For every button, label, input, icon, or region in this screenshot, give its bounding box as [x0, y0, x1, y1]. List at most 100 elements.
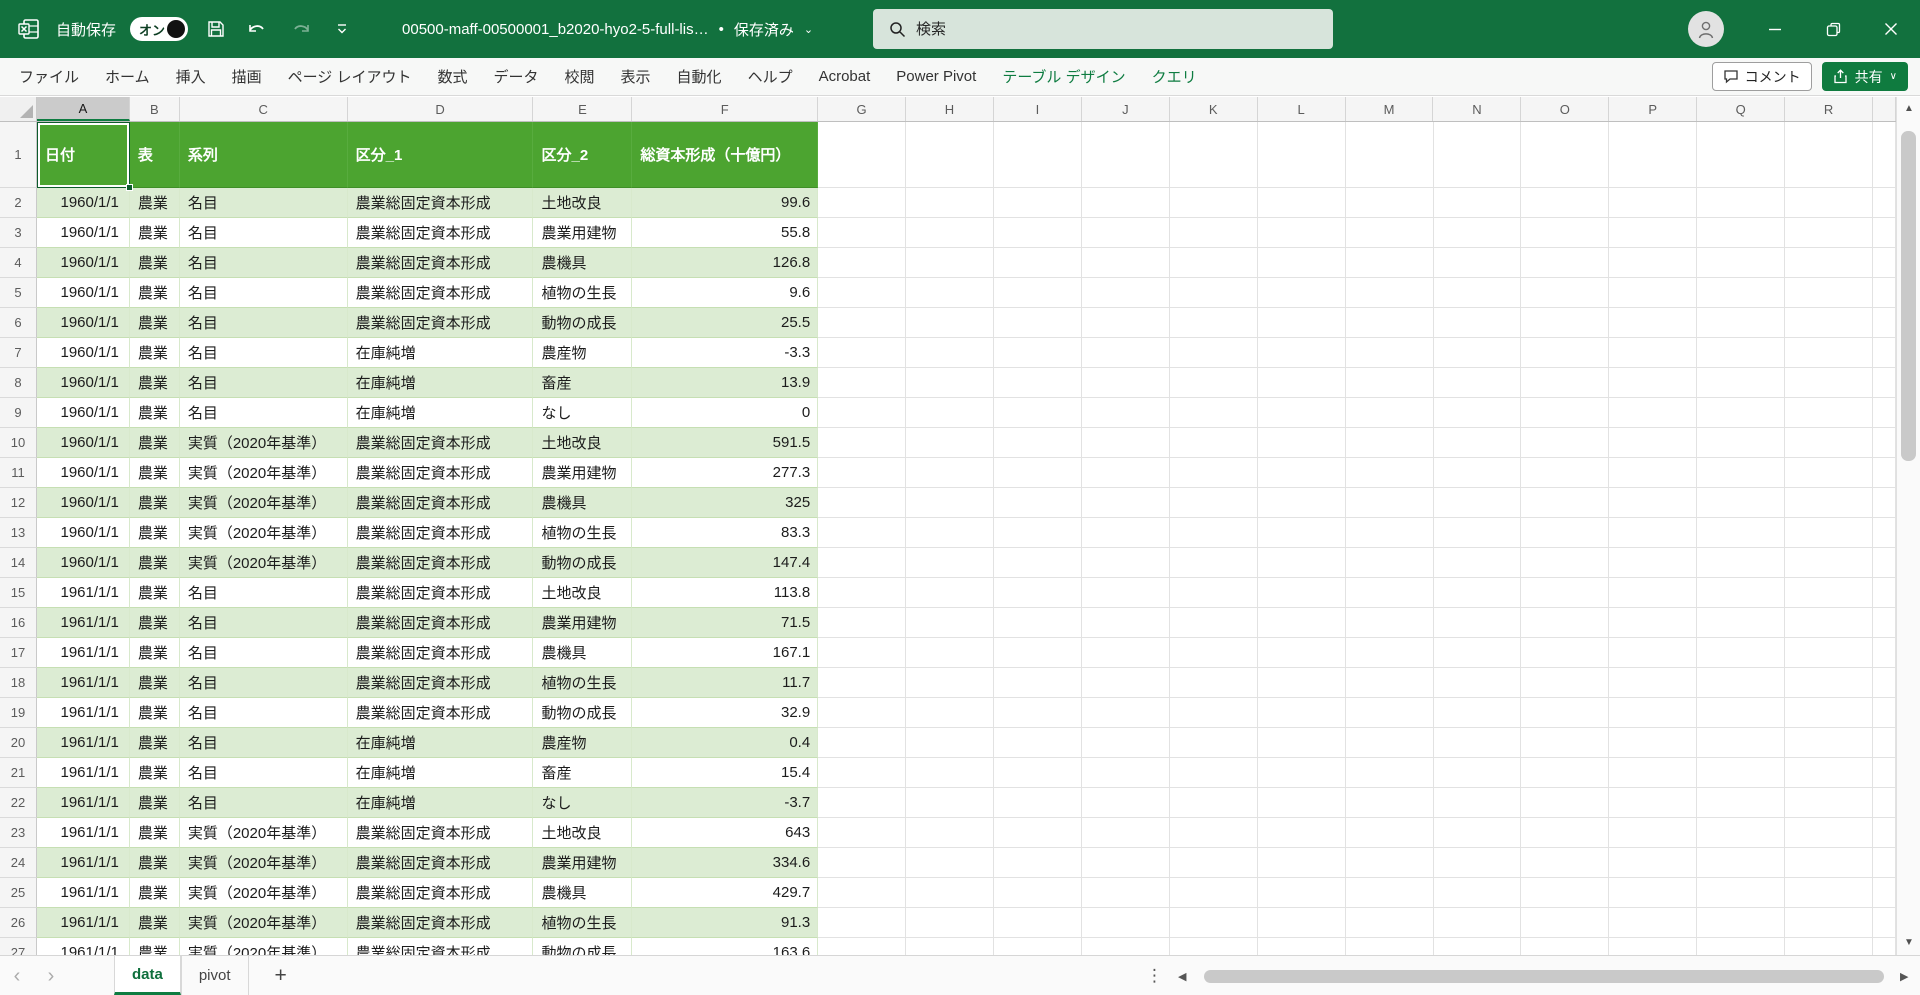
cell[interactable] — [1873, 122, 1896, 188]
cell[interactable]: 農業 — [129, 608, 180, 638]
cell[interactable] — [1345, 278, 1434, 308]
sheet-tab-pivot[interactable]: pivot — [180, 956, 249, 995]
row-header-10[interactable]: 10 — [0, 428, 37, 458]
cell[interactable] — [1697, 638, 1786, 668]
cell[interactable]: 農業 — [129, 758, 180, 788]
column-header-G[interactable]: G — [818, 97, 907, 121]
cell[interactable]: 1960/1/1 — [36, 338, 130, 368]
cell[interactable] — [1433, 668, 1522, 698]
cell[interactable]: 農業 — [129, 908, 180, 938]
cell[interactable] — [1169, 518, 1258, 548]
column-header-L[interactable]: L — [1257, 97, 1346, 121]
cell[interactable] — [1609, 698, 1698, 728]
row-header-4[interactable]: 4 — [0, 248, 37, 278]
cell[interactable]: 277.3 — [632, 458, 819, 488]
hscroll-left-arrow-icon[interactable]: ◀ — [1178, 956, 1186, 995]
cell[interactable] — [818, 488, 907, 518]
cell[interactable] — [1609, 638, 1698, 668]
column-header-E[interactable]: E — [533, 97, 633, 121]
cell[interactable]: 農業総固定資本形成 — [347, 278, 534, 308]
cell[interactable] — [1521, 278, 1610, 308]
cell[interactable] — [1785, 878, 1874, 908]
cell[interactable]: 植物の生長 — [533, 668, 633, 698]
ribbon-tab-クエリ[interactable]: クエリ — [1139, 58, 1210, 95]
ribbon-tab-ファイル[interactable]: ファイル — [6, 58, 92, 95]
sheet-nav-left-icon[interactable]: ‹ — [0, 956, 34, 995]
cell[interactable]: 在庫純増 — [347, 338, 534, 368]
cell[interactable]: 農業総固定資本形成 — [347, 668, 534, 698]
cell[interactable] — [1257, 278, 1346, 308]
cell[interactable]: 動物の成長 — [533, 548, 633, 578]
cell[interactable] — [1257, 518, 1346, 548]
cell[interactable] — [1873, 248, 1896, 278]
autosave-toggle[interactable]: オン — [130, 17, 189, 41]
cell[interactable] — [1785, 578, 1874, 608]
cell[interactable] — [1521, 668, 1610, 698]
cell[interactable]: 1961/1/1 — [36, 908, 130, 938]
cell[interactable] — [1873, 908, 1896, 938]
cell[interactable] — [1257, 188, 1346, 218]
cell[interactable] — [1785, 848, 1874, 878]
cell[interactable] — [994, 818, 1082, 848]
cell[interactable] — [906, 398, 995, 428]
cell[interactable] — [818, 938, 907, 955]
column-header-I[interactable]: I — [993, 97, 1082, 121]
cell[interactable] — [1169, 248, 1258, 278]
cell[interactable]: 農業総固定資本形成 — [347, 578, 534, 608]
cell[interactable] — [1785, 518, 1874, 548]
cell[interactable]: 農業 — [129, 188, 180, 218]
cell[interactable] — [1433, 428, 1522, 458]
cell[interactable] — [1873, 638, 1896, 668]
cell[interactable] — [1433, 548, 1522, 578]
cell[interactable] — [1697, 668, 1786, 698]
cell[interactable]: 91.3 — [632, 908, 819, 938]
cell[interactable] — [994, 458, 1082, 488]
cell[interactable] — [1433, 728, 1522, 758]
cell[interactable]: 農業 — [129, 548, 180, 578]
cell[interactable] — [1169, 428, 1258, 458]
cell[interactable]: 147.4 — [632, 548, 819, 578]
cell[interactable] — [1345, 188, 1434, 218]
cell[interactable]: 農業 — [129, 638, 180, 668]
row-header-7[interactable]: 7 — [0, 338, 37, 368]
cell[interactable] — [1345, 848, 1434, 878]
cell[interactable] — [1169, 458, 1258, 488]
cell[interactable]: 農業用建物 — [533, 608, 633, 638]
row-header-22[interactable]: 22 — [0, 788, 37, 818]
scroll-up-arrow-icon[interactable]: ▲ — [1897, 97, 1920, 119]
cell[interactable] — [1697, 548, 1786, 578]
cell[interactable] — [1609, 728, 1698, 758]
cell[interactable] — [1697, 122, 1786, 188]
table-header-cell[interactable]: 総資本形成（十億円） — [632, 122, 819, 188]
cell[interactable] — [1345, 248, 1434, 278]
cell[interactable]: 0 — [632, 398, 819, 428]
cell[interactable] — [818, 188, 907, 218]
cell[interactable] — [818, 248, 907, 278]
cell[interactable] — [906, 278, 995, 308]
horizontal-scrollbar-thumb[interactable] — [1204, 970, 1884, 983]
cell[interactable]: 畜産 — [533, 758, 633, 788]
cell[interactable] — [1697, 728, 1786, 758]
cell[interactable]: 土地改良 — [533, 818, 633, 848]
cell[interactable]: 農業 — [129, 938, 180, 955]
cell[interactable] — [1345, 338, 1434, 368]
cell[interactable] — [1697, 938, 1786, 955]
cell[interactable] — [1433, 458, 1522, 488]
vertical-scrollbar[interactable]: ▲ ▼ — [1896, 97, 1920, 955]
cell[interactable]: 名目 — [179, 248, 348, 278]
cell[interactable]: 植物の生長 — [533, 518, 633, 548]
cell[interactable] — [818, 908, 907, 938]
cell[interactable] — [1081, 638, 1170, 668]
cell[interactable] — [1081, 938, 1170, 955]
cell[interactable] — [1609, 248, 1698, 278]
column-header-Q[interactable]: Q — [1697, 97, 1786, 121]
cell[interactable] — [1873, 608, 1896, 638]
cell[interactable] — [1257, 608, 1346, 638]
cell[interactable]: 1961/1/1 — [36, 668, 130, 698]
cell[interactable] — [1873, 728, 1896, 758]
cell[interactable]: 農業 — [129, 728, 180, 758]
cell[interactable]: 1961/1/1 — [36, 938, 130, 955]
column-header-P[interactable]: P — [1609, 97, 1698, 121]
cell[interactable] — [906, 122, 995, 188]
cell[interactable] — [1257, 668, 1346, 698]
